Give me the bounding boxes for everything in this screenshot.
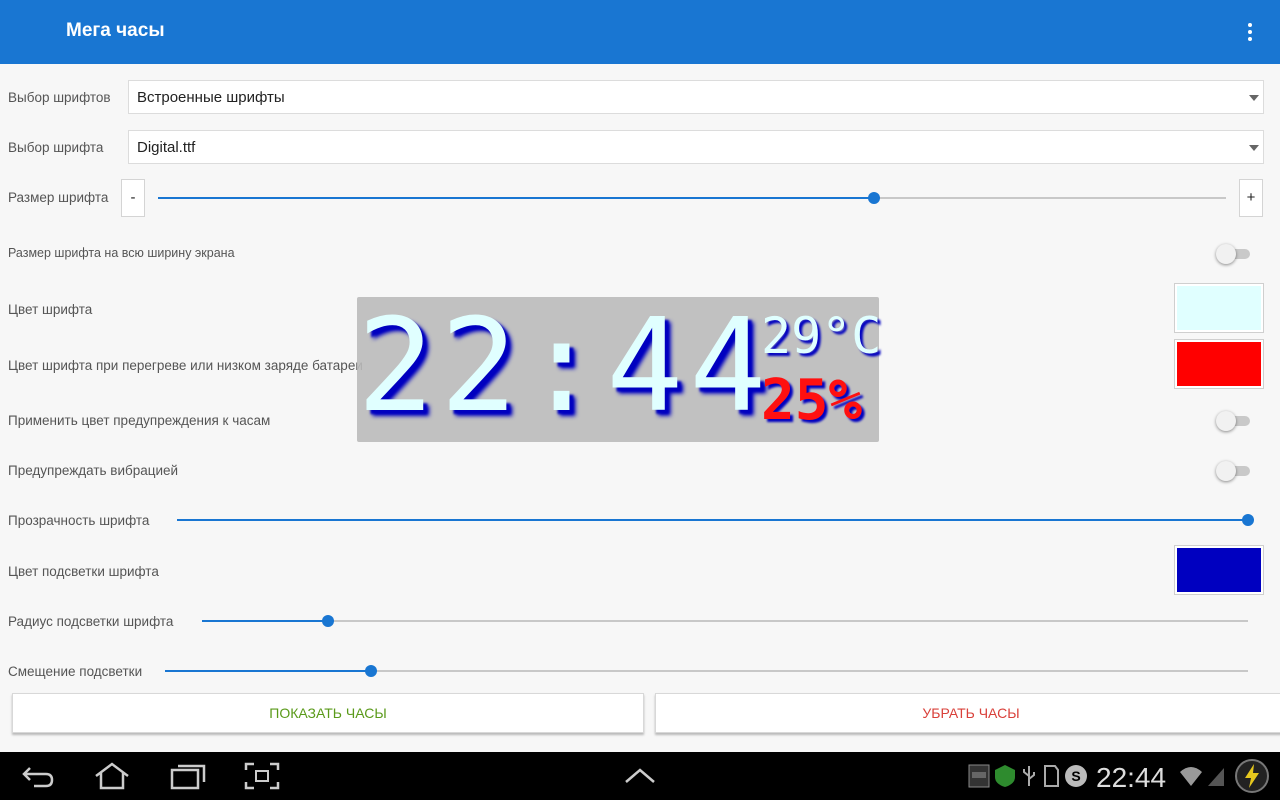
font-size-label: Размер шрифта bbox=[8, 190, 109, 205]
font-color-label: Цвет шрифта bbox=[8, 302, 93, 317]
battery-charging-icon bbox=[1235, 759, 1269, 793]
font-value: Digital.ttf bbox=[137, 139, 196, 156]
vibrate-label: Предупреждать вибрацией bbox=[8, 463, 179, 478]
font-size-increase-button[interactable]: + bbox=[1239, 179, 1263, 217]
screenshot-icon[interactable] bbox=[244, 762, 280, 790]
home-icon[interactable] bbox=[94, 762, 130, 790]
warning-color-label: Цвет шрифта при перегреве или низком зар… bbox=[8, 358, 363, 373]
font-source-value: Встроенные шрифты bbox=[137, 89, 285, 106]
font-dropdown[interactable]: Digital.ttf bbox=[128, 130, 1264, 164]
app-bar: Мега часы bbox=[0, 0, 1280, 64]
glow-color-label: Цвет подсветки шрифта bbox=[8, 564, 159, 579]
back-icon[interactable] bbox=[20, 762, 56, 790]
slider-thumb[interactable] bbox=[364, 665, 377, 677]
shield-icon bbox=[995, 765, 1015, 787]
glow-offset-slider[interactable] bbox=[165, 663, 1248, 679]
glow-offset-label: Смещение подсветки bbox=[8, 664, 143, 679]
overflow-menu-icon[interactable] bbox=[1238, 20, 1262, 44]
font-label: Выбор шрифта bbox=[8, 140, 104, 155]
vibrate-switch[interactable] bbox=[1216, 461, 1252, 481]
font-size-slider[interactable] bbox=[158, 190, 1226, 206]
recent-apps-icon[interactable] bbox=[170, 762, 206, 790]
usb-icon bbox=[1023, 766, 1035, 786]
font-size-decrease-button[interactable]: - bbox=[121, 179, 145, 217]
dropdown-arrow-icon bbox=[1249, 145, 1259, 151]
glow-radius-slider[interactable] bbox=[202, 613, 1248, 629]
dropdown-arrow-icon bbox=[1249, 95, 1259, 101]
glow-color-swatch[interactable] bbox=[1174, 545, 1264, 595]
chevron-up-icon[interactable] bbox=[622, 762, 658, 790]
opacity-label: Прозрачность шрифта bbox=[8, 513, 150, 528]
warning-color-swatch[interactable] bbox=[1174, 339, 1264, 389]
full-width-switch[interactable] bbox=[1216, 244, 1252, 264]
show-clock-button[interactable]: ПОКАЗАТЬ ЧАСЫ bbox=[12, 693, 644, 733]
glow-radius-label: Радиус подсветки шрифта bbox=[8, 614, 174, 629]
sd-card-icon bbox=[1044, 765, 1059, 787]
clock-widget-icon bbox=[968, 764, 990, 788]
app-title: Мега часы bbox=[66, 20, 165, 41]
font-source-dropdown[interactable]: Встроенные шрифты bbox=[128, 80, 1264, 114]
full-width-label: Размер шрифта на всю ширину экрана bbox=[8, 246, 235, 260]
status-bar-time: 22:44 bbox=[1096, 762, 1167, 793]
clock-preview[interactable]: 22:44 29°C 25% bbox=[357, 292, 882, 442]
slider-thumb[interactable] bbox=[1242, 514, 1254, 526]
font-source-label: Выбор шрифтов bbox=[8, 90, 111, 105]
apply-warning-color-label: Применить цвет предупреждения к часам bbox=[8, 413, 271, 428]
settings-panel: Выбор шрифтов Встроенные шрифты Выбор шр… bbox=[0, 64, 1280, 752]
font-color-swatch[interactable] bbox=[1174, 283, 1264, 333]
opacity-slider[interactable] bbox=[177, 512, 1254, 528]
apply-warning-color-switch[interactable] bbox=[1216, 411, 1252, 431]
slider-thumb[interactable] bbox=[867, 192, 880, 204]
skype-icon: S bbox=[1065, 765, 1087, 787]
system-nav-bar: S 22:44 bbox=[0, 752, 1280, 800]
clock-battery: 25% bbox=[761, 368, 863, 433]
signal-icon bbox=[1208, 768, 1224, 786]
wifi-icon bbox=[1180, 767, 1202, 786]
svg-text:S: S bbox=[1071, 768, 1080, 784]
hide-clock-button[interactable]: УБРАТЬ ЧАСЫ bbox=[655, 693, 1280, 733]
clock-temperature: 29°C bbox=[761, 307, 882, 365]
slider-thumb[interactable] bbox=[321, 615, 334, 627]
clock-time: 22:44 bbox=[357, 292, 773, 441]
